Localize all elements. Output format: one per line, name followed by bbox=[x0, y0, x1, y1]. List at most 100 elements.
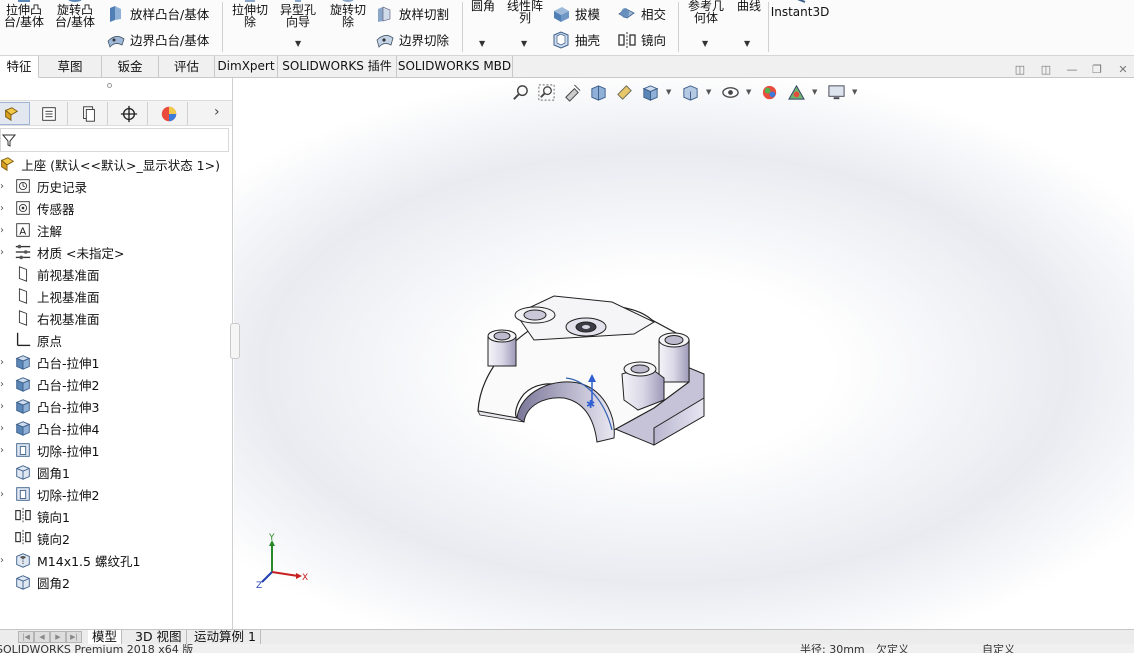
draft-button[interactable]: 拔模 bbox=[551, 4, 600, 23]
tab-features[interactable]: 特征 bbox=[0, 56, 39, 78]
expand-arrow-icon[interactable]: › bbox=[0, 181, 14, 192]
property-manager-tab[interactable] bbox=[30, 102, 68, 125]
revolve-cut-button[interactable]: 旋转切 除 bbox=[326, 0, 370, 28]
chevron-down-icon[interactable]: ▼ bbox=[744, 39, 750, 48]
edit-appearance-icon[interactable] bbox=[760, 82, 780, 102]
tab-evaluate[interactable]: 评估 bbox=[159, 56, 215, 78]
tree-item[interactable]: › M14x1.5 螺纹孔1 bbox=[0, 549, 232, 571]
feature-manager-tab[interactable] bbox=[0, 102, 30, 125]
shell-button[interactable]: 抽壳 bbox=[551, 30, 600, 49]
dimxpert-manager-tab[interactable] bbox=[110, 102, 148, 125]
tree-item[interactable]: › 凸台-拉伸4 bbox=[0, 417, 232, 439]
mirror-button[interactable]: 镜向 bbox=[617, 30, 666, 49]
boundary-cut-button[interactable]: 边界切除 bbox=[375, 30, 449, 49]
tree-item[interactable]: › A 注解 bbox=[0, 219, 232, 241]
chevron-right-icon[interactable]: › bbox=[214, 104, 220, 120]
tab-3d-view[interactable]: 3D 视图 bbox=[131, 630, 187, 645]
prev-tab-icon[interactable]: ◀ bbox=[34, 631, 50, 643]
expand-arrow-icon[interactable]: › bbox=[0, 379, 14, 390]
tree-item[interactable]: 上视基准面 bbox=[0, 285, 232, 307]
tree-item[interactable]: 原点 bbox=[0, 329, 232, 351]
tree-item[interactable]: 镜向1 bbox=[0, 505, 232, 527]
chevron-down-icon[interactable]: ▼ bbox=[666, 88, 674, 96]
tree-item[interactable]: 右视基准面 bbox=[0, 307, 232, 329]
section-view-icon[interactable] bbox=[588, 82, 608, 102]
part-model-3d[interactable]: ✱ bbox=[234, 78, 1134, 629]
tab-model[interactable]: 模型 bbox=[88, 630, 123, 645]
fillet-button[interactable]: 圆角 bbox=[466, 0, 500, 12]
expand-arrow-icon[interactable]: › bbox=[0, 357, 14, 368]
tab-solidworks-mbd[interactable]: SOLIDWORKS MBD bbox=[397, 56, 513, 78]
configuration-manager-tab[interactable] bbox=[70, 102, 108, 125]
expand-arrow-icon[interactable]: › bbox=[0, 401, 14, 412]
expand-arrow-icon[interactable]: › bbox=[0, 423, 14, 434]
ref-geometry-button[interactable]: 参考几 何体 bbox=[684, 0, 728, 24]
expand-arrow-icon[interactable]: › bbox=[0, 445, 14, 456]
view-settings-icon[interactable] bbox=[826, 82, 846, 102]
display-style-icon[interactable] bbox=[680, 82, 700, 102]
chevron-down-icon[interactable]: ▼ bbox=[521, 39, 527, 48]
boundary-boss-button[interactable]: 边界凸台/基体 bbox=[106, 30, 209, 49]
expand-arrow-icon[interactable]: › bbox=[0, 203, 14, 214]
chevron-down-icon[interactable]: ▼ bbox=[295, 39, 301, 48]
zoom-to-area-icon[interactable] bbox=[536, 82, 556, 102]
tree-item[interactable]: 镜向2 bbox=[0, 527, 232, 549]
zoom-to-fit-icon[interactable] bbox=[510, 82, 530, 102]
chevron-down-icon[interactable]: ▼ bbox=[812, 88, 820, 96]
revolve-boss-button[interactable]: 旋转凸 台/基体 bbox=[53, 0, 97, 28]
extrude-cut-button[interactable]: 拉伸切 除 bbox=[228, 0, 272, 28]
tab-solidworks-addins[interactable]: SOLIDWORKS 插件 bbox=[278, 56, 397, 78]
tab-sheet-metal[interactable]: 钣金 bbox=[102, 56, 159, 78]
restore-icon[interactable]: ❐ bbox=[1090, 63, 1104, 77]
previous-view-icon[interactable] bbox=[562, 82, 582, 102]
chevron-down-icon[interactable]: ▼ bbox=[479, 39, 485, 48]
panel-collapse-handle[interactable] bbox=[230, 323, 240, 359]
view-orientation-icon[interactable] bbox=[640, 82, 660, 102]
apply-scene-icon[interactable] bbox=[786, 82, 806, 102]
expand-arrow-icon[interactable]: › bbox=[0, 225, 14, 236]
close-icon[interactable]: ✕ bbox=[1116, 63, 1130, 77]
curves-button[interactable]: 曲线 bbox=[734, 0, 764, 12]
chevron-down-icon[interactable]: ▼ bbox=[702, 39, 708, 48]
intersect-button[interactable]: 相交 bbox=[617, 4, 666, 23]
tile-right-icon[interactable]: ◫ bbox=[1039, 63, 1053, 77]
tree-item[interactable]: › 传感器 bbox=[0, 197, 232, 219]
next-tab-icon[interactable]: ▶ bbox=[50, 631, 66, 643]
tree-item[interactable]: › 凸台-拉伸3 bbox=[0, 395, 232, 417]
tree-item[interactable]: 圆角1 bbox=[0, 461, 232, 483]
loft-cut-button[interactable]: 放样切割 bbox=[375, 4, 449, 23]
tree-item[interactable]: 前视基准面 bbox=[0, 263, 232, 285]
tree-item[interactable]: › 历史记录 bbox=[0, 175, 232, 197]
dynamic-annotation-icon[interactable] bbox=[614, 82, 634, 102]
loft-boss-button[interactable]: 放样凸台/基体 bbox=[106, 4, 209, 23]
last-tab-icon[interactable]: ▶| bbox=[66, 631, 82, 643]
tree-item[interactable]: › 切除-拉伸1 bbox=[0, 439, 232, 461]
graphics-area[interactable]: ✱ Y X Z bbox=[234, 78, 1134, 629]
tree-filter-field[interactable] bbox=[0, 128, 229, 152]
tab-sketch[interactable]: 草图 bbox=[39, 56, 102, 78]
tab-dimxpert[interactable]: DimXpert bbox=[215, 56, 278, 78]
panel-grip-icon[interactable] bbox=[107, 83, 112, 88]
chevron-down-icon[interactable]: ▼ bbox=[746, 88, 754, 96]
extrude-boss-button[interactable]: 拉伸凸 台/基体 bbox=[2, 0, 46, 28]
tree-item[interactable]: › 凸台-拉伸2 bbox=[0, 373, 232, 395]
tile-left-icon[interactable]: ◫ bbox=[1013, 63, 1027, 77]
tree-root-part[interactable]: 上座 (默认<<默认>_显示状态 1>) bbox=[0, 153, 220, 175]
instant3d-button[interactable]: Instant3D bbox=[771, 0, 829, 18]
first-tab-icon[interactable]: |◀ bbox=[18, 631, 34, 643]
chevron-down-icon[interactable]: ▼ bbox=[706, 88, 714, 96]
linear-pattern-button[interactable]: 线性阵 列 bbox=[503, 0, 547, 24]
expand-arrow-icon[interactable]: › bbox=[0, 489, 14, 500]
expand-arrow-icon[interactable]: › bbox=[0, 247, 14, 258]
expand-arrow-icon[interactable]: › bbox=[0, 555, 14, 566]
minimize-icon[interactable]: — bbox=[1065, 63, 1079, 77]
chevron-down-icon[interactable]: ▼ bbox=[852, 88, 860, 96]
hole-wizard-button[interactable]: 异型孔 向导 bbox=[276, 0, 320, 28]
tree-item[interactable]: › 凸台-拉伸1 bbox=[0, 351, 232, 373]
tree-item[interactable]: 圆角2 bbox=[0, 571, 232, 593]
tab-motion-study-1[interactable]: 运动算例 1 bbox=[190, 630, 261, 645]
display-manager-tab[interactable] bbox=[150, 102, 188, 125]
hide-show-items-icon[interactable] bbox=[720, 82, 740, 102]
tree-item[interactable]: › 切除-拉伸2 bbox=[0, 483, 232, 505]
tree-item[interactable]: › 材质 <未指定> bbox=[0, 241, 232, 263]
